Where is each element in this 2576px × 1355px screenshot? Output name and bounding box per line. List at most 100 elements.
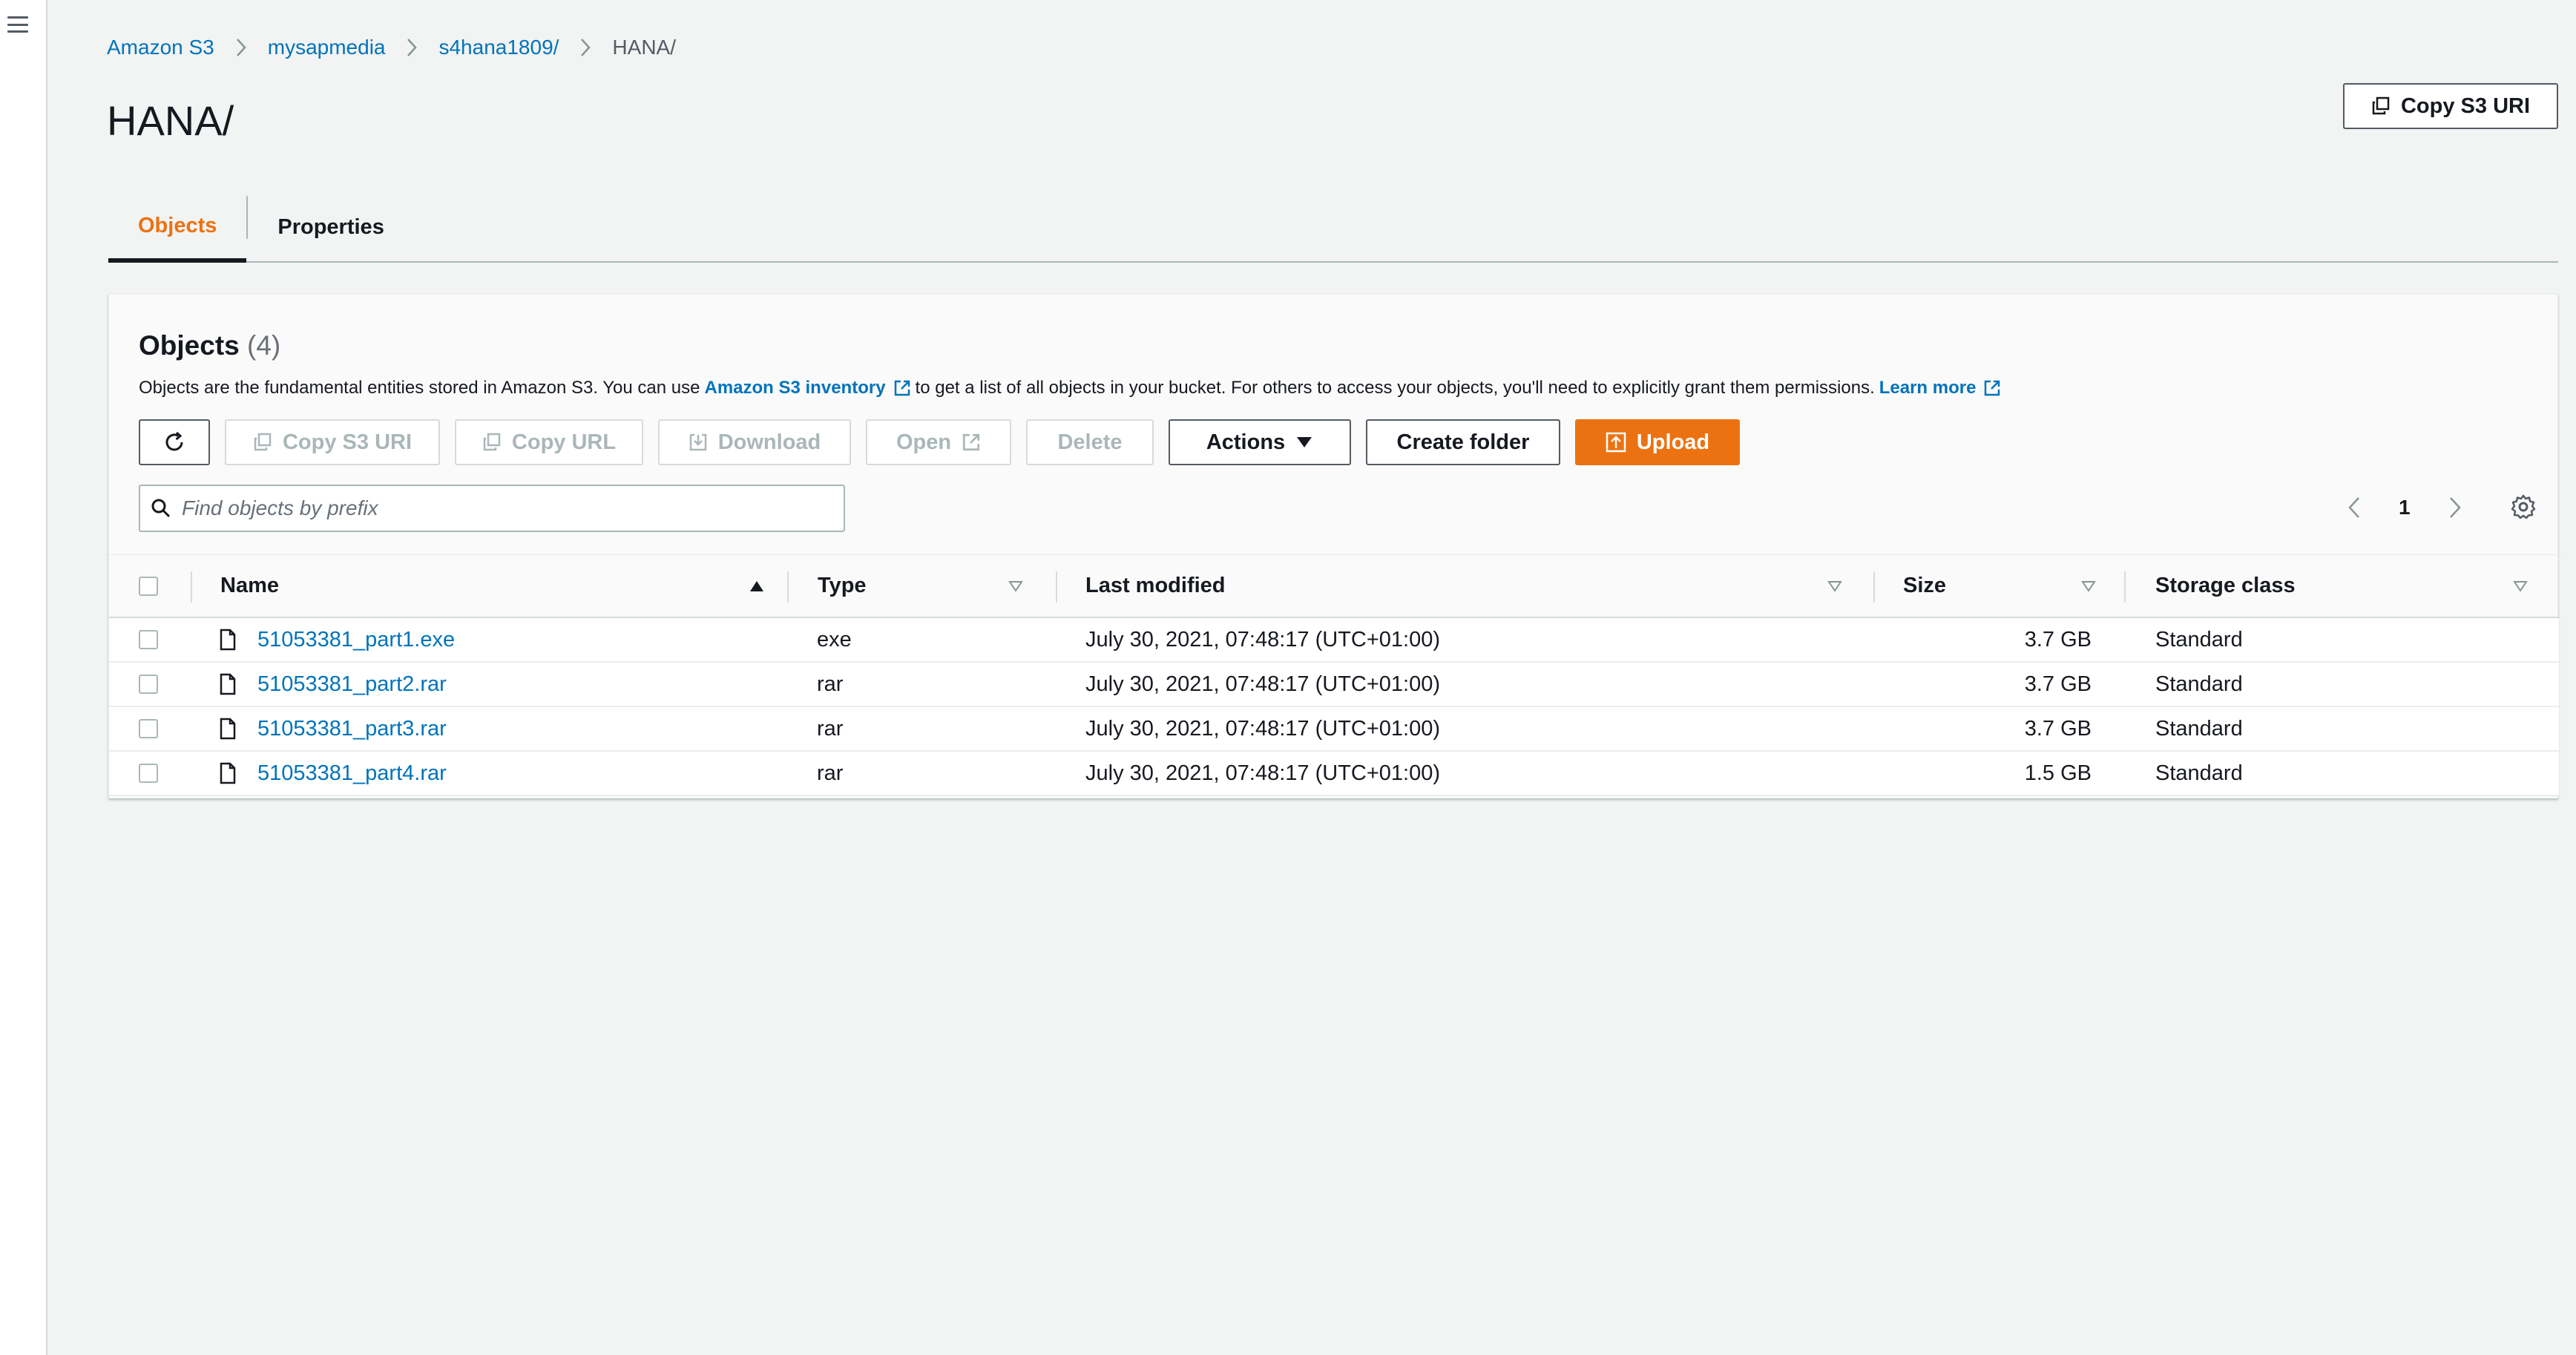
row-checkbox[interactable] xyxy=(139,719,158,738)
object-size: 1.5 GB xyxy=(2024,761,2092,785)
object-storage-class: Standard xyxy=(2155,672,2243,696)
column-header-type[interactable]: Type xyxy=(818,555,867,617)
object-last-modified: July 30, 2021, 07:48:17 (UTC+01:00) xyxy=(1085,716,1440,741)
chevron-right-icon xyxy=(235,38,247,57)
tab-objects[interactable]: Objects xyxy=(108,193,247,263)
object-name-link[interactable]: 51053381_part3.rar xyxy=(257,717,447,741)
open-button[interactable]: Open xyxy=(866,419,1011,465)
objects-toolbar: Copy S3 URI Copy URL Download Open Delet… xyxy=(139,419,1755,465)
learn-more-link[interactable]: Learn more xyxy=(1879,378,2002,398)
file-icon xyxy=(219,707,237,750)
copy-icon xyxy=(482,433,502,452)
column-divider xyxy=(787,571,789,603)
object-type: rar xyxy=(817,761,844,785)
create-folder-button[interactable]: Create folder xyxy=(1366,419,1560,465)
chevron-left-icon[interactable] xyxy=(2339,496,2369,519)
refresh-icon xyxy=(165,431,183,451)
object-size: 3.7 GB xyxy=(2024,672,2092,696)
objects-table: Name Type Last modified Size Storage cla… xyxy=(109,554,2559,796)
search-icon xyxy=(151,498,171,519)
table-row[interactable]: 51053381_part2.rar rar July 30, 2021, 07… xyxy=(109,663,2559,707)
object-type: rar xyxy=(817,672,844,696)
copy-s3-uri-toolbar-button[interactable]: Copy S3 URI xyxy=(225,419,440,465)
object-storage-class: Standard xyxy=(2155,716,2243,741)
object-storage-class: Standard xyxy=(2155,761,2243,785)
chevron-right-icon xyxy=(406,38,418,57)
search-input[interactable] xyxy=(182,496,844,520)
table-row[interactable]: 51053381_part4.rar rar July 30, 2021, 07… xyxy=(109,752,2559,796)
column-divider xyxy=(191,571,192,603)
download-label: Download xyxy=(717,430,821,454)
panel-title-text: Objects xyxy=(139,330,240,361)
actions-dropdown[interactable]: Actions xyxy=(1169,419,1351,465)
sort-icon[interactable] xyxy=(1827,555,1842,617)
object-size: 3.7 GB xyxy=(2024,627,2092,652)
column-header-storage-class[interactable]: Storage class xyxy=(2155,555,2296,617)
upload-icon xyxy=(1606,432,1626,453)
object-name-link[interactable]: 51053381_part4.rar xyxy=(257,761,447,786)
download-button[interactable]: Download xyxy=(658,419,851,465)
object-last-modified: July 30, 2021, 07:48:17 (UTC+01:00) xyxy=(1085,761,1440,785)
page-number[interactable]: 1 xyxy=(2399,496,2411,519)
sort-ascending-icon[interactable] xyxy=(749,555,765,617)
object-size: 3.7 GB xyxy=(2024,716,2092,741)
object-last-modified: July 30, 2021, 07:48:17 (UTC+01:00) xyxy=(1085,627,1440,652)
object-type: rar xyxy=(817,716,844,741)
inventory-link[interactable]: Amazon S3 inventory xyxy=(704,378,910,398)
sort-icon[interactable] xyxy=(2513,555,2528,617)
breadcrumb-bucket[interactable]: mysapmedia xyxy=(268,36,386,59)
column-header-size[interactable]: Size xyxy=(1903,555,1946,617)
object-name-link[interactable]: 51053381_part1.exe xyxy=(257,628,455,652)
file-icon xyxy=(219,618,237,661)
copy-url-label: Copy URL xyxy=(511,430,617,454)
row-checkbox[interactable] xyxy=(139,630,158,649)
column-header-name[interactable]: Name xyxy=(220,555,279,617)
copy-s3-uri-toolbar-label: Copy S3 URI xyxy=(282,430,413,454)
breadcrumb-amazon-s3[interactable]: Amazon S3 xyxy=(107,36,214,59)
delete-label: Delete xyxy=(1057,430,1123,454)
column-divider xyxy=(2124,571,2126,603)
upload-button[interactable]: Upload xyxy=(1575,419,1740,465)
search-box xyxy=(139,485,845,532)
gear-icon[interactable] xyxy=(2501,485,2546,529)
copy-url-button[interactable]: Copy URL xyxy=(455,419,643,465)
column-divider xyxy=(1056,571,1057,603)
page-title: HANA/ xyxy=(107,97,234,144)
sort-icon[interactable] xyxy=(1008,555,1023,617)
description-text-2: to get a list of all objects in your buc… xyxy=(915,378,1875,398)
open-label: Open xyxy=(896,430,952,454)
panel-description: Objects are the fundamental entities sto… xyxy=(139,378,2005,398)
menu-icon[interactable] xyxy=(7,16,28,33)
object-name-link[interactable]: 51053381_part2.rar xyxy=(257,672,447,697)
description-text-1: Objects are the fundamental entities sto… xyxy=(139,378,700,398)
refresh-button[interactable] xyxy=(139,419,210,465)
row-checkbox[interactable] xyxy=(139,675,158,694)
pagination: 1 xyxy=(2339,482,2470,534)
tab-list: Objects Properties xyxy=(108,193,2558,263)
actions-label: Actions xyxy=(1206,430,1286,454)
tab-properties[interactable]: Properties xyxy=(248,193,413,261)
caret-down-icon xyxy=(1295,436,1313,449)
external-link-icon xyxy=(1985,380,2000,396)
copy-icon xyxy=(2371,96,2391,116)
delete-button[interactable]: Delete xyxy=(1026,419,1154,465)
table-row[interactable]: 51053381_part1.exe exe July 30, 2021, 07… xyxy=(109,618,2559,663)
table-row[interactable]: 51053381_part3.rar rar July 30, 2021, 07… xyxy=(109,707,2559,752)
column-divider xyxy=(1873,571,1875,603)
external-link-icon xyxy=(962,433,981,452)
breadcrumb-current: HANA/ xyxy=(612,36,676,59)
copy-icon xyxy=(253,433,272,452)
select-all-checkbox[interactable] xyxy=(139,576,158,596)
side-navigation-rail xyxy=(0,0,47,1355)
upload-label: Upload xyxy=(1636,430,1710,454)
column-header-last-modified[interactable]: Last modified xyxy=(1085,555,1226,617)
chevron-right-icon xyxy=(579,38,591,57)
copy-s3-uri-button[interactable]: Copy S3 URI xyxy=(2343,83,2558,129)
object-last-modified: July 30, 2021, 07:48:17 (UTC+01:00) xyxy=(1085,672,1440,696)
sort-icon[interactable] xyxy=(2081,555,2096,617)
select-all-cell xyxy=(139,555,158,617)
chevron-right-icon[interactable] xyxy=(2440,496,2470,519)
row-checkbox[interactable] xyxy=(139,764,158,783)
breadcrumb-folder[interactable]: s4hana1809/ xyxy=(438,36,559,59)
object-storage-class: Standard xyxy=(2155,627,2243,652)
